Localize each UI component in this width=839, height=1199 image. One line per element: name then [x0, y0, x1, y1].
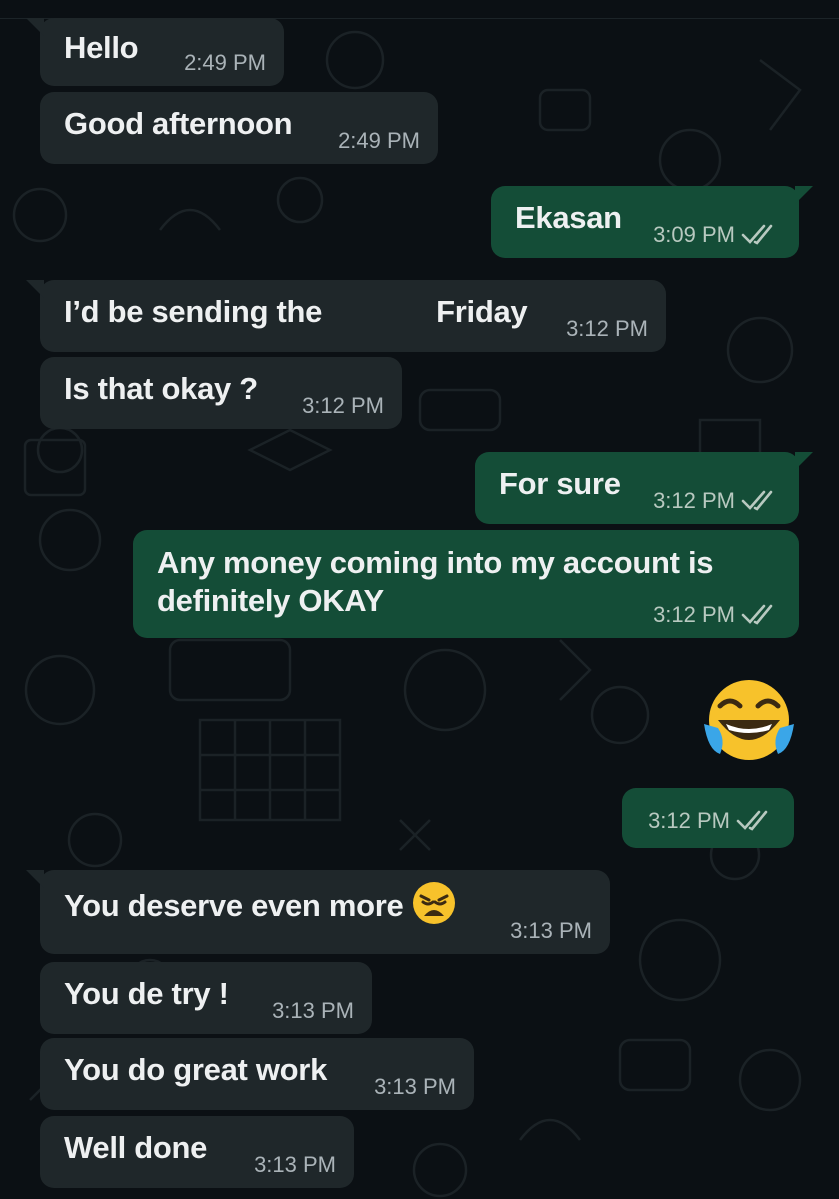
bubble-tail	[795, 186, 813, 204]
message-time: 3:12 PM	[653, 602, 781, 628]
message-text: Is that okay ?	[64, 371, 258, 406]
message-text-start: I’d be sending the	[64, 294, 323, 329]
message-line: Any money coming into my account is	[157, 545, 714, 580]
redacted-area	[326, 298, 433, 329]
message-text: Hello	[64, 30, 139, 65]
message-time: 2:49 PM	[338, 128, 420, 153]
message-time: 3:12 PM	[648, 808, 776, 834]
double-check-icon	[741, 224, 773, 245]
bubble-tail	[26, 870, 44, 888]
message-bubble-outgoing[interactable]: For sure 3:12 PM	[475, 452, 813, 524]
message-time: 3:13 PM	[510, 918, 592, 943]
message-time: 3:12 PM	[653, 488, 781, 514]
message-text-end: Friday	[436, 294, 528, 329]
message-line: definitely OKAY	[157, 583, 384, 618]
message-time: 3:13 PM	[272, 998, 354, 1023]
message-text-content: You deserve even more	[64, 888, 404, 923]
message-time: 3:09 PM	[653, 222, 781, 248]
message-text: I’d be sending the Friday	[64, 294, 528, 330]
message-bubble-incoming[interactable]: Well done 3:13 PM	[40, 1116, 354, 1188]
message-bubble-incoming[interactable]: Hello 2:49 PM	[26, 18, 284, 86]
message-bubble-outgoing[interactable]: Ekasan 3:09 PM	[491, 186, 813, 258]
message-text: You deserve even more	[64, 881, 457, 926]
tears-of-joy-emoji-icon[interactable]	[698, 672, 800, 768]
message-text: Any money coming into my account is defi…	[157, 544, 714, 620]
weary-face-emoji-icon	[413, 881, 456, 924]
message-text: For sure	[499, 466, 621, 501]
message-time: 2:49 PM	[184, 50, 266, 75]
message-bubble-incoming[interactable]: You de try ! 3:13 PM	[40, 962, 372, 1034]
message-time: 3:13 PM	[374, 1074, 456, 1099]
message-text: Good afternoon	[64, 106, 293, 141]
message-text: Ekasan	[515, 200, 622, 235]
message-text: Well done	[64, 1130, 208, 1165]
message-bubble-incoming[interactable]: Is that okay ? 3:12 PM	[40, 357, 402, 429]
bubble-tail	[795, 452, 813, 470]
message-time: 3:12 PM	[566, 316, 648, 341]
bubble-tail	[26, 280, 44, 298]
message-time: 3:13 PM	[254, 1152, 336, 1177]
message-text: You de try !	[64, 976, 229, 1011]
double-check-icon	[741, 604, 773, 625]
message-bubble-outgoing[interactable]: 3:12 PM	[622, 788, 794, 848]
message-bubble-incoming[interactable]: I’d be sending the Friday 3:12 PM	[26, 280, 666, 352]
double-check-icon	[736, 810, 768, 831]
message-bubble-incoming[interactable]: You do great work 3:13 PM	[40, 1038, 474, 1110]
message-text: You do great work	[64, 1052, 328, 1087]
message-bubble-outgoing[interactable]: Any money coming into my account is defi…	[133, 530, 799, 638]
message-time: 3:12 PM	[302, 393, 384, 418]
bubble-tail	[26, 18, 44, 36]
message-bubble-incoming[interactable]: You deserve even more 3:13 PM	[26, 870, 610, 954]
double-check-icon	[741, 490, 773, 511]
message-bubble-incoming[interactable]: Good afternoon 2:49 PM	[40, 92, 438, 164]
